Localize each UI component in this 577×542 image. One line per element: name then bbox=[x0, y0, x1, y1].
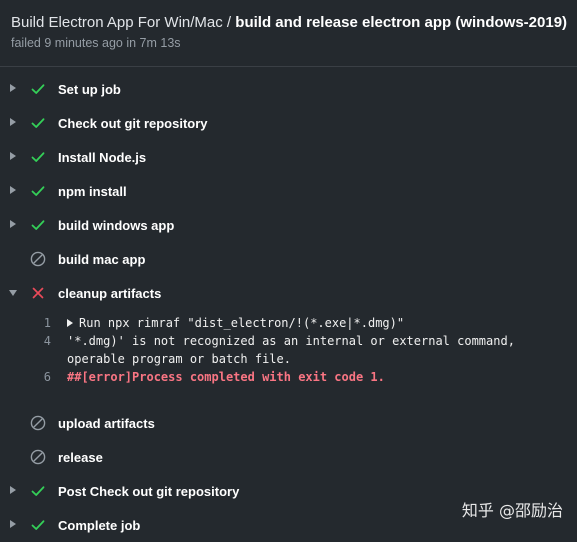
step-row[interactable]: Install Node.js bbox=[0, 140, 577, 174]
check-icon bbox=[30, 115, 46, 131]
chevron-right-icon[interactable] bbox=[10, 118, 16, 126]
log-text: operable program or batch file. bbox=[67, 352, 291, 366]
step-label: Complete job bbox=[58, 518, 141, 533]
step-log: 1 Run npx rimraf "dist_electron/!(*.exe|*… bbox=[0, 310, 577, 406]
step-label: upload artifacts bbox=[58, 416, 155, 431]
watermark: 知乎 @邵励治 bbox=[461, 501, 563, 520]
log-error-text: ##[error]Process completed with exit cod… bbox=[67, 370, 385, 384]
step-label: build windows app bbox=[58, 218, 175, 233]
job-status-line: failed 9 minutes ago in 7m 13s bbox=[11, 36, 181, 50]
log-line: 6 ##[error]Process completed with exit co… bbox=[0, 368, 577, 386]
x-icon bbox=[30, 285, 46, 301]
step-label: build mac app bbox=[58, 252, 146, 267]
check-icon bbox=[30, 81, 46, 97]
skipped-icon bbox=[30, 415, 46, 431]
skipped-icon bbox=[30, 449, 46, 465]
check-icon bbox=[30, 217, 46, 233]
step-row: build mac app bbox=[0, 242, 577, 276]
step-label: Set up job bbox=[58, 82, 121, 97]
workflow-name-link[interactable]: Build Electron App For Win/Mac bbox=[11, 14, 223, 31]
step-label: cleanup artifacts bbox=[58, 286, 162, 301]
step-label: npm install bbox=[58, 184, 127, 199]
step-row[interactable]: Set up job bbox=[0, 72, 577, 106]
log-line-number[interactable]: 1 bbox=[30, 314, 51, 332]
step-row[interactable]: cleanup artifacts bbox=[0, 276, 577, 310]
log-text: '*.dmg)' is not recognized as an interna… bbox=[67, 334, 515, 348]
chevron-right-icon[interactable] bbox=[10, 152, 16, 160]
job-name: build and release electron app (windows-… bbox=[235, 14, 568, 31]
chevron-right-icon[interactable] bbox=[10, 84, 16, 92]
log-line-number[interactable]: 4 bbox=[30, 332, 51, 350]
step-label: release bbox=[58, 450, 103, 465]
chevron-right-icon[interactable] bbox=[10, 186, 16, 194]
log-line: 1 Run npx rimraf "dist_electron/!(*.exe|*… bbox=[0, 314, 577, 332]
step-row[interactable]: Check out git repository bbox=[0, 106, 577, 140]
step-row[interactable]: build windows app bbox=[0, 208, 577, 242]
job-header: Build Electron App For Win/Mac / build a… bbox=[0, 0, 577, 67]
chevron-right-icon[interactable] bbox=[10, 220, 16, 228]
check-icon bbox=[30, 517, 46, 533]
expand-command-icon[interactable] bbox=[67, 319, 73, 327]
check-icon bbox=[30, 149, 46, 165]
page-title: Build Electron App For Win/Mac / build a… bbox=[11, 13, 567, 33]
step-label: Install Node.js bbox=[58, 150, 147, 165]
chevron-down-icon[interactable] bbox=[9, 290, 17, 296]
log-line: operable program or batch file. bbox=[0, 350, 577, 368]
check-icon bbox=[30, 483, 46, 499]
log-line: 4 '*.dmg)' is not recognized as an intern… bbox=[0, 332, 577, 350]
log-text: Run npx rimraf "dist_electron/!(*.exe|*.… bbox=[67, 314, 404, 332]
log-line-number[interactable]: 6 bbox=[30, 368, 51, 386]
step-row: upload artifacts bbox=[0, 406, 577, 440]
step-row: release bbox=[0, 440, 577, 474]
skipped-icon bbox=[30, 251, 46, 267]
step-label: Check out git repository bbox=[58, 116, 208, 131]
step-label: Post Check out git repository bbox=[58, 484, 240, 499]
step-list: Set up job Check out git repository Instal… bbox=[0, 72, 577, 542]
check-icon bbox=[30, 183, 46, 199]
chevron-right-icon[interactable] bbox=[10, 520, 16, 528]
chevron-right-icon[interactable] bbox=[10, 486, 16, 494]
step-row[interactable]: npm install bbox=[0, 174, 577, 208]
log-command-text: Run npx rimraf "dist_electron/!(*.exe|*.… bbox=[79, 316, 405, 330]
title-separator: / bbox=[222, 14, 236, 31]
